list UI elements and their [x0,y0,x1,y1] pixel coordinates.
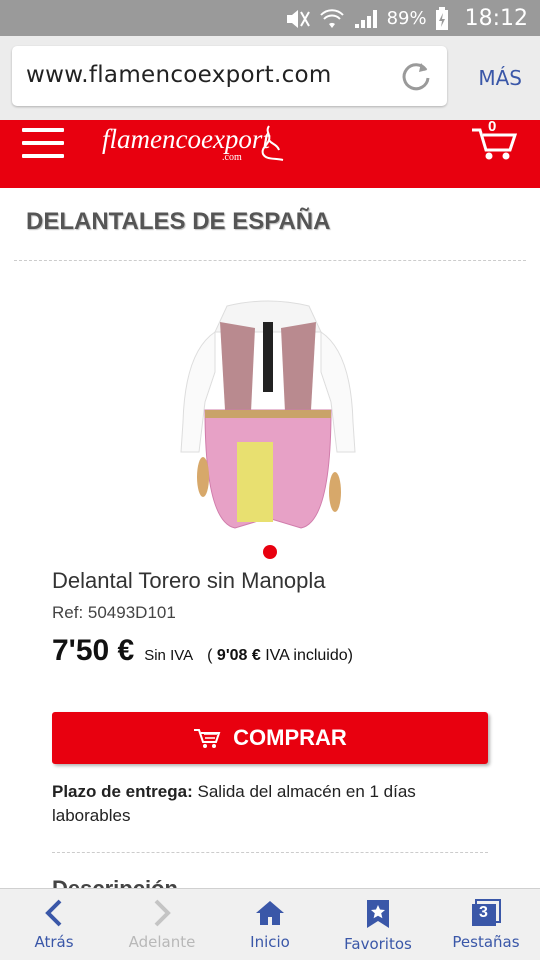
menu-icon[interactable] [22,128,64,162]
carousel-indicator[interactable] [263,545,277,559]
product-image[interactable] [175,292,361,532]
delivery-info: Plazo de entrega: Salida del almacén en … [52,780,472,828]
cart-icon [194,729,221,748]
wifi-icon [319,8,344,28]
site-logo[interactable]: flamencoexport .com [102,124,284,163]
clock: 18:12 [464,6,528,31]
divider [14,260,526,261]
browser-bottom-nav: Atrás Adelante Inicio Favoritos 3 Pestañ… [0,888,540,960]
browser-toolbar: www.flamencoexport.com MÁS [0,36,540,120]
battery-charging-icon [435,6,448,30]
nav-tabs[interactable]: 3 Pestañas [432,889,540,960]
product-price: 7'50 € [52,634,135,667]
signal-icon [354,9,377,28]
price-row: 7'50 € Sin IVA ( 9'08 € IVA incluido) [52,634,353,668]
reload-icon[interactable] [399,59,433,93]
nav-forward-label: Adelante [128,933,196,951]
price-note: Sin IVA [144,647,194,664]
tabs-count: 3 [479,904,488,921]
tabs-icon: 3 [470,899,502,927]
chevron-left-icon [45,899,62,927]
home-icon [256,901,284,925]
product-name: Delantal Torero sin Manopla [52,568,326,593]
status-bar: 89% 18:12 [0,0,540,36]
page-title: DELANTALES DE ESPAÑA [26,208,331,235]
price-incl-tax: ( 9'08 € IVA incluido) [207,647,353,664]
product-ref: Ref: 50493D101 [52,603,176,622]
mute-icon [286,9,310,28]
buy-button-label: COMPRAR [233,725,347,750]
delivery-label: Plazo de entrega: [52,782,193,801]
flamenco-shoe-icon [261,125,284,161]
battery-percent: 89% [386,8,427,29]
nav-tabs-label: Pestañas [452,933,520,951]
logo-text: flamencoexport [102,124,270,154]
address-bar[interactable]: www.flamencoexport.com [12,46,447,106]
price-incl-label: IVA incluido [265,647,348,664]
nav-favorites[interactable]: Favoritos [324,889,432,960]
nav-favorites-label: Favoritos [344,935,412,953]
bookmark-star-icon [367,900,389,928]
divider [52,852,488,853]
site-header: flamencoexport .com 0 [0,118,540,188]
logo-suffix: .com [222,152,242,163]
url-text[interactable]: www.flamencoexport.com [26,62,332,88]
chevron-right-icon [154,899,171,927]
nav-back[interactable]: Atrás [0,889,108,960]
nav-home-label: Inicio [250,933,290,951]
nav-forward[interactable]: Adelante [108,889,216,960]
nav-back-label: Atrás [34,933,74,951]
cart-count: 0 [488,118,497,135]
price-incl-value: 9'08 € [216,647,261,664]
nav-home[interactable]: Inicio [216,889,324,960]
buy-button[interactable]: COMPRAR [52,712,488,764]
more-menu-button[interactable]: MÁS [478,66,522,90]
cart-button[interactable]: 0 [470,118,520,162]
